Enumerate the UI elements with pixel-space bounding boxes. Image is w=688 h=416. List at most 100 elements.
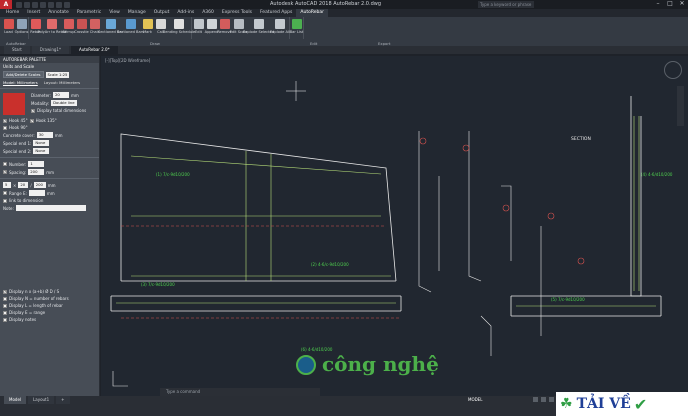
spacing-input[interactable]: 200 [28,169,45,175]
tab-a360[interactable]: A360 [198,9,218,17]
special-end1-label: Special end 1: [3,140,32,146]
range-radio[interactable] [3,191,7,195]
edit-scale-button[interactable]: Edit Scale [230,17,247,39]
close-icon[interactable]: ✕ [678,0,686,8]
ribbon-group-draw: Rebar PolyArr to Rebar Stirrup Crosstie … [29,17,195,39]
file-tab-drawing1[interactable]: Drawing1* [31,46,69,54]
number-radio[interactable] [3,162,7,166]
special-end2-select[interactable]: None [33,148,50,154]
polyarr-icon [47,19,57,29]
edit-button[interactable]: Edit [192,17,205,39]
hook90-checkbox[interactable] [3,125,7,130]
viewcube-icon[interactable] [664,61,682,79]
tab-home[interactable]: Home [2,9,23,17]
spacing-radio[interactable] [3,170,7,174]
maximize-icon[interactable]: □ [666,0,674,8]
saveas-icon[interactable] [40,1,46,8]
special-end1-select[interactable]: None [33,140,50,146]
minimize-icon[interactable]: – [654,0,662,8]
append-button[interactable]: Append [205,17,218,39]
load-button[interactable]: Load [2,17,15,39]
new-icon[interactable] [16,1,22,8]
grid-icon[interactable] [533,397,538,402]
layout-tab-layout1[interactable]: Layout1 [28,396,55,404]
diameter-input[interactable]: 20 [52,92,69,98]
open-icon[interactable] [24,1,30,8]
bar-list-button[interactable]: Bar List [290,17,303,39]
file-tab-start[interactable]: Start [4,46,30,54]
tab-parametric[interactable]: Parametric [73,9,105,17]
bar-list-label: Bar List [289,30,304,34]
concrete-cover-unit: mm [54,132,63,138]
explode-all-button[interactable]: Explode All [270,17,290,39]
options-button[interactable]: Options [15,17,28,39]
stirrup-button[interactable]: Stirrup [62,17,75,39]
title-bar: A Autodesk AutoCAD 2018 AutoRebar 2.0.dw… [0,0,688,9]
file-tab-autorebar[interactable]: AutoRebar 2.0* [70,46,118,54]
call-button[interactable]: Call [154,17,167,39]
number-input[interactable]: 1 [28,161,45,167]
add-delete-scales-button[interactable]: Add/Delete Scales [3,71,44,78]
layout-tab-add[interactable]: + [56,396,70,404]
autocad-logo-icon[interactable]: A [0,0,12,9]
display-range-label: Display E = range [9,310,46,315]
tab-view[interactable]: View [105,9,124,17]
tab-express-tools[interactable]: Express Tools [218,9,256,17]
model-space-label[interactable]: MODEL [468,397,482,402]
rebar-icon [30,19,41,29]
hook45-checkbox[interactable] [3,118,7,123]
rebar-button[interactable]: Rebar [29,17,42,39]
search-input[interactable]: Type a keyword or phrase [478,1,534,8]
sectioned-bar-button[interactable]: Sectioned Bar [98,17,123,39]
display-number-checkbox[interactable] [3,296,7,301]
tab-output[interactable]: Output [150,9,174,17]
print-icon[interactable] [48,1,54,8]
chair-button[interactable]: Chair [88,17,101,39]
redo-icon[interactable] [64,1,70,8]
display-notes-checkbox[interactable] [3,317,7,322]
link-dimension-checkbox[interactable] [3,198,7,203]
drawing-canvas[interactable]: [-][Top][2D Wireframe] (1) 7/c-9d10/200 … [101,56,688,396]
sectioned-bars-button[interactable]: Sectioned Bars [117,17,144,39]
tab-autorebar[interactable]: AutoRebar [296,9,328,17]
formula-diameter-input[interactable]: 20 [18,182,29,188]
display-formula-checkbox[interactable] [3,289,7,294]
display-length-checkbox[interactable] [3,303,7,308]
modality-select[interactable]: Double line [51,100,77,106]
display-range-checkbox[interactable] [3,310,7,315]
explode-selected-button[interactable]: Explode Selected [243,17,274,39]
layout-tab-model[interactable]: Model [4,396,27,404]
hook135-checkbox[interactable] [29,118,34,123]
command-line-input[interactable]: Type a command [160,388,320,396]
polyarr-to-rebar-button[interactable]: PolyArr to Rebar [37,17,67,39]
display-total-dimensions-checkbox[interactable] [31,108,35,113]
concrete-cover-input[interactable]: 30 [36,132,53,138]
tab-featured-apps[interactable]: Featured Apps [256,9,296,17]
tab-model-units[interactable]: Model: Millimeters [3,80,38,85]
undo-icon[interactable] [56,1,62,8]
explode-all-icon [275,19,285,29]
save-icon[interactable] [32,1,38,8]
range-input[interactable] [28,190,45,196]
scale-select[interactable]: Scale 1:25 [45,71,70,78]
remove-button[interactable]: Remove [217,17,232,39]
formula-count-input[interactable]: 5 [3,182,11,188]
ribbon-group-edit: Edit Append Remove Edit Scale Explode Se… [192,17,290,39]
bending-schedule-button[interactable]: Bending Schedule [163,17,195,39]
bending-schedule-icon [174,19,184,29]
formula-spacing-input[interactable]: 200 [33,182,46,188]
tab-layout-units[interactable]: Layout: Millimeters [44,80,80,85]
tab-manage[interactable]: Manage [124,9,150,17]
tab-insert[interactable]: Insert [23,9,44,17]
mark-button[interactable]: Mark [141,17,154,39]
ortho-icon[interactable] [549,397,554,402]
crosstie-button[interactable]: Crosstie [74,17,89,39]
note-input[interactable] [15,205,86,211]
tab-addins[interactable]: Add-ins [173,9,198,17]
navigation-bar[interactable] [677,86,684,126]
explode-all-label: Explode All [270,30,290,34]
callout-2: (2) 4-6/c-9d10/200 [311,262,349,267]
tab-annotate[interactable]: Annotate [44,9,73,17]
file-tab-bar: Start Drawing1* AutoRebar 2.0* [0,46,688,54]
snap-icon[interactable] [541,397,546,402]
